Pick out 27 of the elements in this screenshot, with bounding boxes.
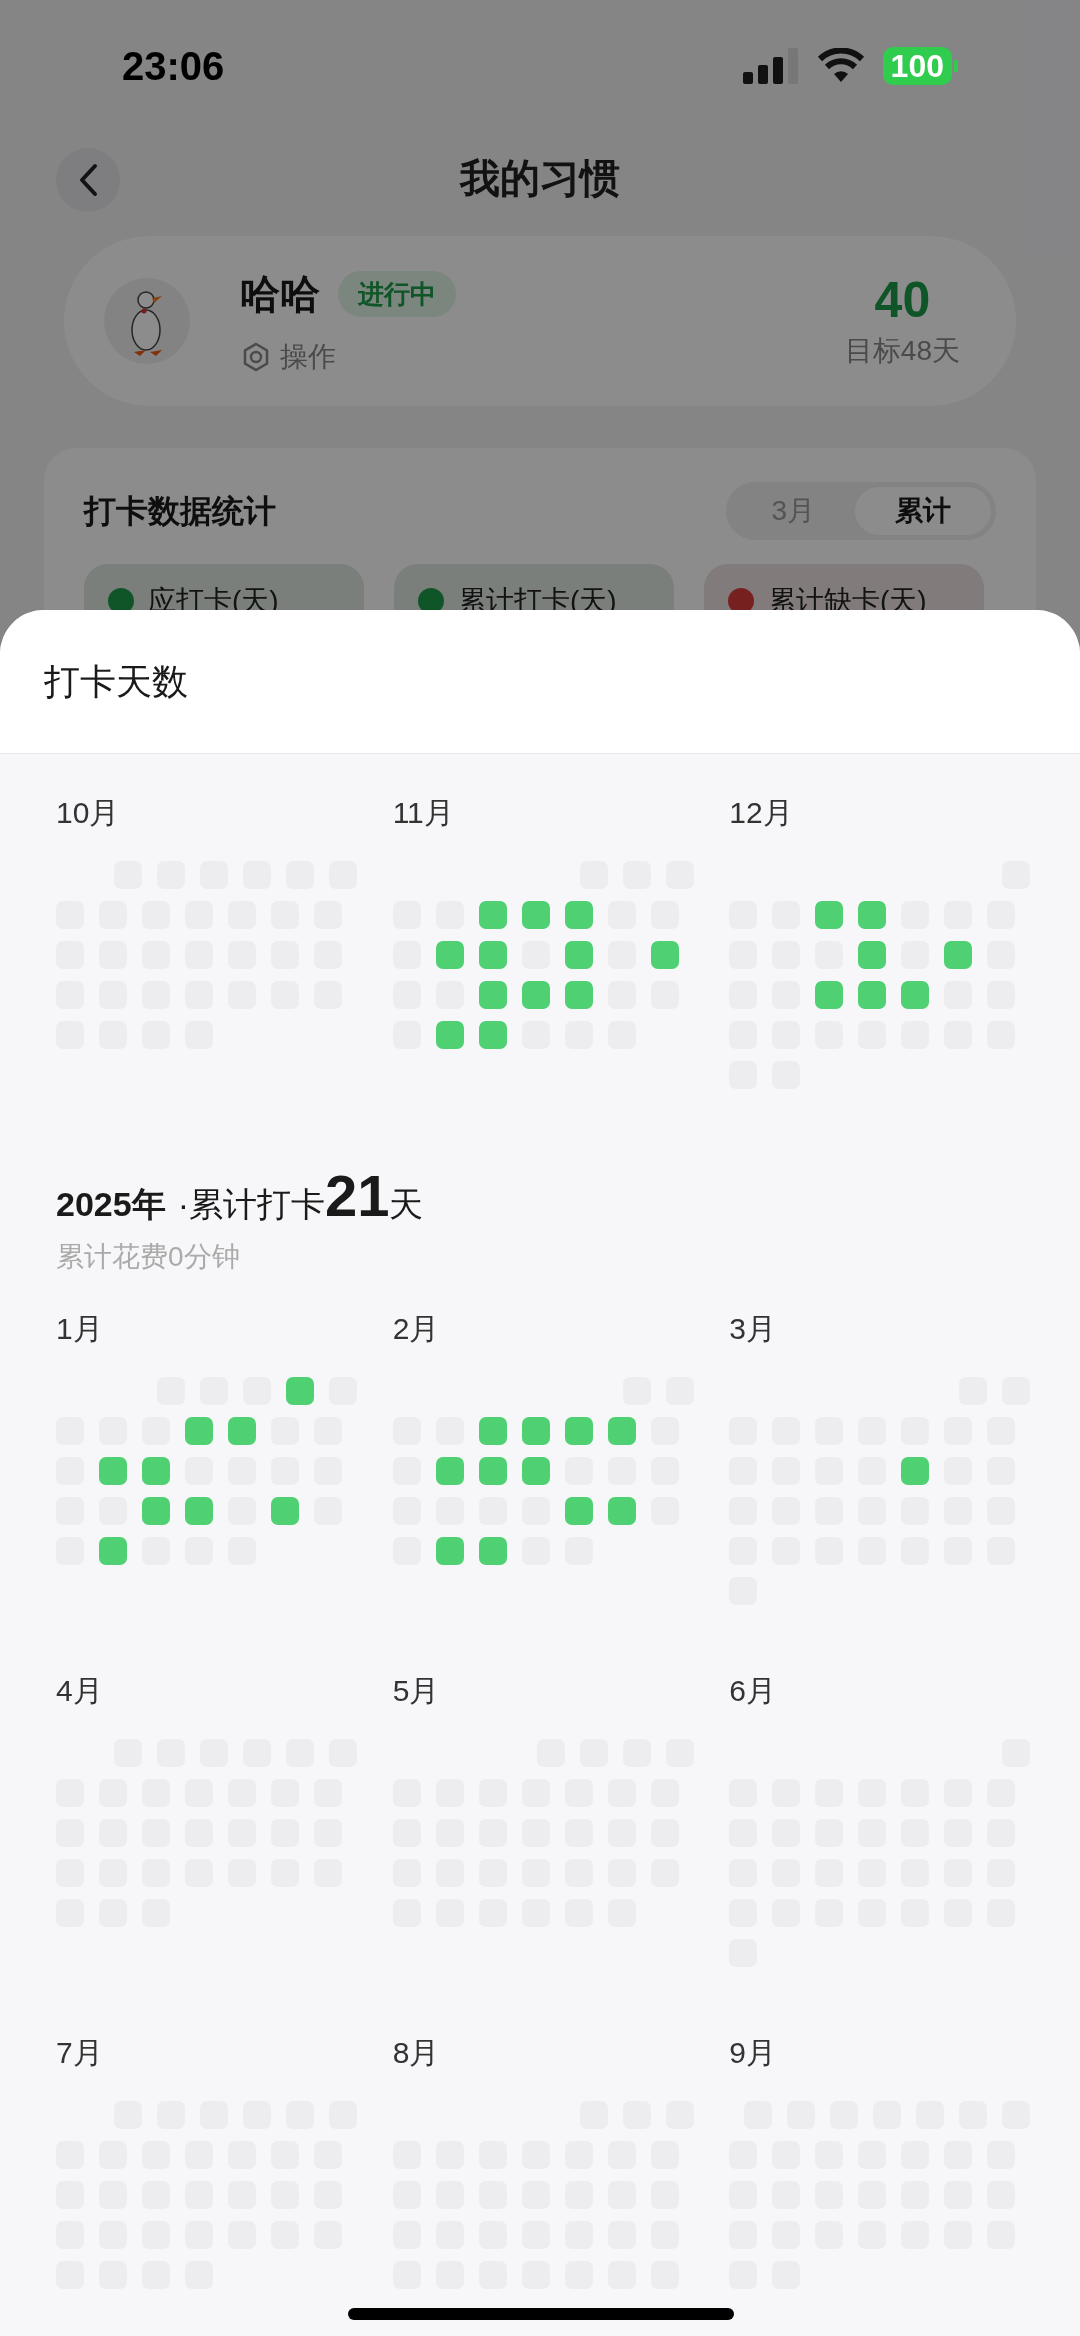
- month-label: 2月: [392, 1311, 440, 1347]
- month-label: 8月: [392, 2035, 440, 2071]
- month-label: 10月: [56, 795, 120, 831]
- back-icon: [77, 163, 99, 197]
- year-summary: 2025年 ·累计打卡21天: [56, 1166, 424, 1230]
- clock: 23:06: [122, 43, 225, 90]
- day-count: 40: [874, 271, 931, 330]
- sheet-title: 打卡天数: [44, 659, 188, 704]
- month-label: 4月: [56, 1673, 103, 1709]
- wifi-icon: [816, 48, 865, 84]
- month-label: 12月: [729, 795, 793, 831]
- month-label: 5月: [392, 1673, 440, 1709]
- period-tab[interactable]: 累计: [855, 487, 991, 535]
- month-label: 3月: [729, 1311, 776, 1347]
- signal-icon: [742, 48, 799, 84]
- month-label: 6月: [729, 1673, 776, 1709]
- habit-name: 哈哈: [240, 271, 320, 318]
- month-label: 7月: [56, 2035, 103, 2071]
- goal-text: 目标48天: [844, 334, 960, 368]
- section-title: 打卡数据统计: [84, 492, 276, 531]
- time-spent: 累计花费0分钟: [56, 1240, 240, 1274]
- month-label: 1月: [56, 1311, 103, 1347]
- month-label: 11月: [392, 795, 454, 831]
- action-button[interactable]: 操作: [240, 336, 456, 378]
- month-label: 9月: [729, 2035, 776, 2071]
- status-badge: 进行中: [338, 271, 456, 317]
- page-title: 我的习惯: [460, 155, 620, 202]
